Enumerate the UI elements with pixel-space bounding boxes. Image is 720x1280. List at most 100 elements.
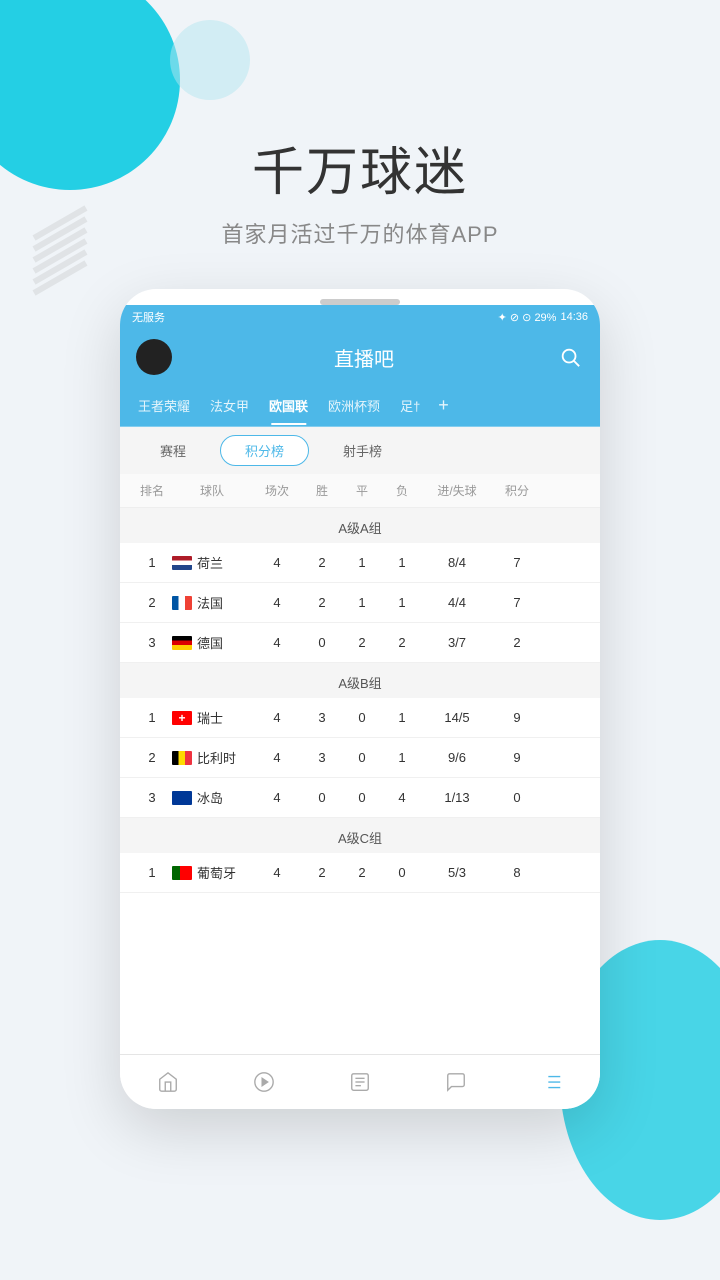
rank: 2 (132, 750, 172, 765)
table-row: 1 葡萄牙 4 2 2 0 5/3 8 (120, 853, 600, 893)
rank: 1 (132, 555, 172, 570)
app-title: 直播吧 (334, 343, 394, 372)
pts: 7 (492, 595, 542, 610)
group-b-header: A级B组 (120, 663, 600, 698)
col-win: 胜 (302, 482, 342, 499)
sub-title: 首家月活过千万的体育APP (0, 217, 720, 249)
table-row: 2 法国 4 2 1 1 4/4 7 (120, 583, 600, 623)
rank: 1 (132, 710, 172, 725)
gd: 5/3 (422, 865, 492, 880)
tab-football[interactable]: 足† (390, 386, 430, 425)
pts: 8 (492, 865, 542, 880)
win: 0 (302, 635, 342, 650)
sub-tab-standings[interactable]: 积分榜 (220, 435, 309, 466)
sub-tabs: 赛程 积分榜 射手榜 (120, 427, 600, 474)
team-name: 法国 (172, 593, 252, 612)
tab-wangzhe[interactable]: 王者荣耀 (128, 386, 200, 425)
bottom-nav-play[interactable] (240, 1064, 288, 1100)
phone-mockup: 无服务 ✦ ⊘ ⊙ 29% 14:36 直播吧 王者荣耀 法女甲 欧国联 欧洲杯… (120, 289, 600, 1109)
gd: 4/4 (422, 595, 492, 610)
bottom-nav-chat[interactable] (432, 1064, 480, 1100)
flag-netherlands (172, 556, 192, 570)
search-button[interactable] (556, 343, 584, 371)
win: 2 (302, 555, 342, 570)
status-no-service: 无服务 (132, 309, 165, 325)
avatar[interactable] (136, 339, 172, 375)
bottom-nav-list[interactable] (528, 1064, 576, 1100)
status-bar: 无服务 ✦ ⊘ ⊙ 29% 14:36 (120, 305, 600, 329)
draw: 2 (342, 635, 382, 650)
draw: 2 (342, 865, 382, 880)
app-header: 直播吧 (120, 329, 600, 385)
loss: 4 (382, 790, 422, 805)
news-icon (348, 1070, 372, 1094)
gd: 1/13 (422, 790, 492, 805)
pts: 7 (492, 555, 542, 570)
col-played: 场次 (252, 482, 302, 499)
team-name: 瑞士 (172, 708, 252, 727)
team-name: 比利时 (172, 748, 252, 767)
win: 3 (302, 750, 342, 765)
gd: 8/4 (422, 555, 492, 570)
col-draw: 平 (342, 482, 382, 499)
tab-euro-qual[interactable]: 欧洲杯预 (318, 386, 390, 425)
flag-switzerland (172, 711, 192, 725)
rank: 3 (132, 790, 172, 805)
col-pts: 积分 (492, 482, 542, 499)
flag-portugal (172, 866, 192, 880)
col-team: 球队 (172, 482, 252, 499)
loss: 1 (382, 595, 422, 610)
win: 0 (302, 790, 342, 805)
loss: 0 (382, 865, 422, 880)
sub-tab-schedule[interactable]: 赛程 (136, 436, 210, 465)
loss: 1 (382, 710, 422, 725)
draw: 0 (342, 750, 382, 765)
status-time: 14:36 (560, 311, 588, 323)
pts: 0 (492, 790, 542, 805)
rank: 2 (132, 595, 172, 610)
win: 2 (302, 865, 342, 880)
table-row: 3 冰岛 4 0 0 4 1/13 0 (120, 778, 600, 818)
status-icons: ✦ ⊘ ⊙ 29% (498, 311, 557, 324)
tab-nations-league[interactable]: 欧国联 (259, 386, 318, 425)
gd: 14/5 (422, 710, 492, 725)
rank: 3 (132, 635, 172, 650)
play-icon (252, 1070, 276, 1094)
header-area: 千万球迷 首家月活过千万的体育APP (0, 0, 720, 269)
col-rank: 排名 (132, 482, 172, 499)
bottom-nav-news[interactable] (336, 1064, 384, 1100)
flag-iceland (172, 791, 192, 805)
flag-germany (172, 636, 192, 650)
team-name: 德国 (172, 633, 252, 652)
loss: 1 (382, 750, 422, 765)
table-row: 2 比利时 4 3 0 1 9/6 9 (120, 738, 600, 778)
flag-france (172, 596, 192, 610)
main-title: 千万球迷 (0, 130, 720, 205)
pts: 9 (492, 710, 542, 725)
pts: 2 (492, 635, 542, 650)
flag-belgium (172, 751, 192, 765)
group-a-header: A级A组 (120, 508, 600, 543)
win: 2 (302, 595, 342, 610)
loss: 2 (382, 635, 422, 650)
tab-ligue2[interactable]: 法女甲 (200, 386, 259, 425)
rank: 1 (132, 865, 172, 880)
content-scroll[interactable]: A级A组 1 荷兰 4 2 1 1 8/4 7 2 法国 4 2 1 1 4/4… (120, 508, 600, 1109)
table-row: 1 荷兰 4 2 1 1 8/4 7 (120, 543, 600, 583)
draw: 1 (342, 555, 382, 570)
nav-tabs: 王者荣耀 法女甲 欧国联 欧洲杯预 足† + (120, 385, 600, 427)
played: 4 (252, 635, 302, 650)
pts: 9 (492, 750, 542, 765)
sub-tab-scorers[interactable]: 射手榜 (319, 436, 406, 465)
col-gd: 进/失球 (422, 482, 492, 499)
played: 4 (252, 710, 302, 725)
played: 4 (252, 865, 302, 880)
draw: 0 (342, 790, 382, 805)
loss: 1 (382, 555, 422, 570)
list-icon (540, 1070, 564, 1094)
tab-add-button[interactable]: + (430, 385, 457, 426)
table-column-headers: 排名 球队 场次 胜 平 负 进/失球 积分 (120, 474, 600, 508)
bottom-nav-home[interactable] (144, 1064, 192, 1100)
team-name: 冰岛 (172, 788, 252, 807)
played: 4 (252, 790, 302, 805)
